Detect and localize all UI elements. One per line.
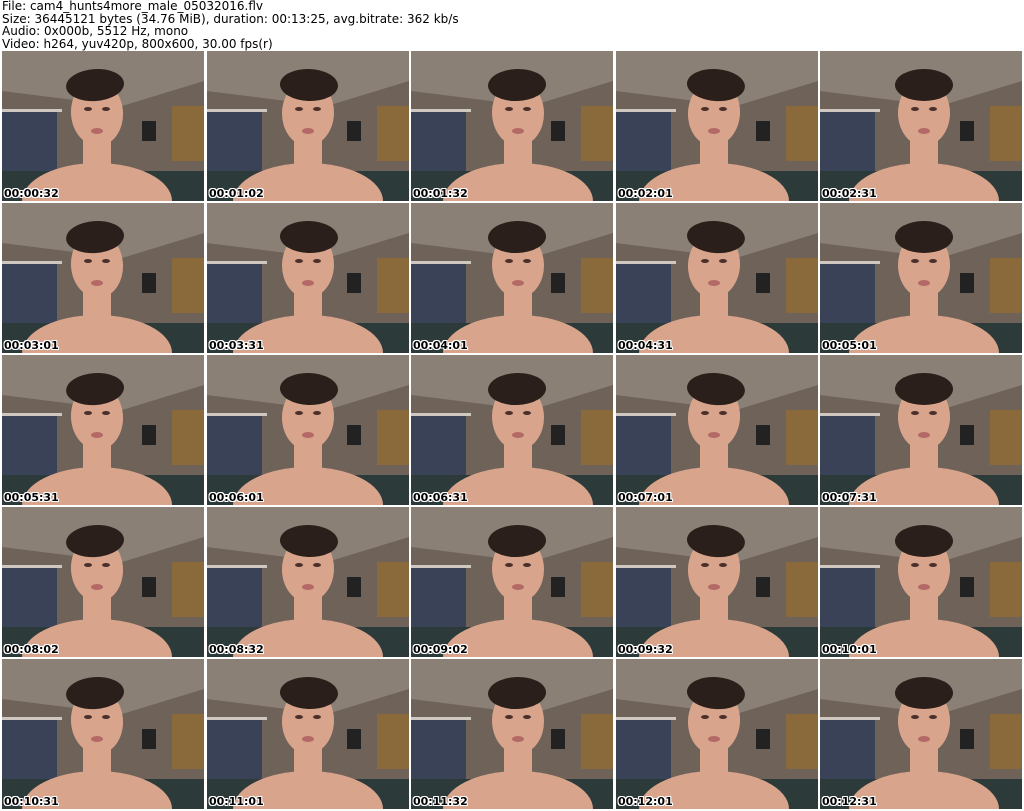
video-thumbnail: 00:11:01 xyxy=(207,659,409,809)
video-thumbnail: 00:07:31 xyxy=(820,355,1022,505)
frame-timestamp: 00:12:01 xyxy=(618,795,673,808)
frame-image xyxy=(411,507,613,657)
video-info-line: Video: h264, yuv420p, 800x600, 30.00 fps… xyxy=(2,36,273,51)
frame-timestamp: 00:10:01 xyxy=(822,643,877,656)
video-thumbnail: 00:09:32 xyxy=(616,507,818,657)
frame-image xyxy=(2,355,204,505)
frame-image xyxy=(820,355,1022,505)
frame-timestamp: 00:02:31 xyxy=(822,187,877,200)
frame-image xyxy=(411,203,613,353)
frame-image xyxy=(616,203,818,353)
frame-image xyxy=(207,203,409,353)
video-thumbnail: 00:11:32 xyxy=(411,659,613,809)
video-thumbnail: 00:01:32 xyxy=(411,51,613,201)
frame-image xyxy=(411,659,613,809)
frame-timestamp: 00:05:31 xyxy=(4,491,59,504)
frame-image xyxy=(2,659,204,809)
frame-image xyxy=(820,203,1022,353)
video-thumbnail: 00:03:01 xyxy=(2,203,204,353)
frame-image xyxy=(2,203,204,353)
video-thumbnail: 00:06:31 xyxy=(411,355,613,505)
frame-image xyxy=(616,507,818,657)
file-name-line: File: cam4_hunts4more_male_05032016.flv xyxy=(2,0,264,13)
frame-image xyxy=(207,355,409,505)
frame-image xyxy=(411,51,613,201)
video-thumbnail: 00:12:01 xyxy=(616,659,818,809)
video-thumbnail: 00:05:01 xyxy=(820,203,1022,353)
frame-timestamp: 00:09:32 xyxy=(618,643,673,656)
frame-timestamp: 00:06:01 xyxy=(209,491,264,504)
frame-timestamp: 00:11:32 xyxy=(413,795,468,808)
frame-image xyxy=(411,355,613,505)
frame-image xyxy=(2,507,204,657)
frame-image xyxy=(820,659,1022,809)
video-thumbnail: 00:08:32 xyxy=(207,507,409,657)
frame-timestamp: 00:00:32 xyxy=(4,187,59,200)
frame-timestamp: 00:08:32 xyxy=(209,643,264,656)
frame-timestamp: 00:07:31 xyxy=(822,491,877,504)
frame-timestamp: 00:05:01 xyxy=(822,339,877,352)
frame-timestamp: 00:02:01 xyxy=(618,187,673,200)
frame-timestamp: 00:09:02 xyxy=(413,643,468,656)
frame-image xyxy=(207,659,409,809)
frame-timestamp: 00:11:01 xyxy=(209,795,264,808)
frame-image xyxy=(207,51,409,201)
frame-timestamp: 00:10:31 xyxy=(4,795,59,808)
video-thumbnail: 00:08:02 xyxy=(2,507,204,657)
video-thumbnail: 00:10:01 xyxy=(820,507,1022,657)
video-thumbnail: 00:07:01 xyxy=(616,355,818,505)
video-thumbnail: 00:10:31 xyxy=(2,659,204,809)
video-thumbnail: 00:04:01 xyxy=(411,203,613,353)
video-thumbnail: 00:02:01 xyxy=(616,51,818,201)
frame-timestamp: 00:12:31 xyxy=(822,795,877,808)
thumbnail-grid: 00:00:32 00:01:02 00:01:32 00:02:01 00:02:31… xyxy=(0,51,1024,811)
video-thumbnail: 00:03:31 xyxy=(207,203,409,353)
frame-image xyxy=(616,659,818,809)
frame-image xyxy=(616,355,818,505)
frame-timestamp: 00:03:01 xyxy=(4,339,59,352)
frame-timestamp: 00:04:01 xyxy=(413,339,468,352)
frame-image xyxy=(820,51,1022,201)
video-thumbnail: 00:01:02 xyxy=(207,51,409,201)
frame-timestamp: 00:04:31 xyxy=(618,339,673,352)
video-thumbnail: 00:00:32 xyxy=(2,51,204,201)
video-thumbnail: 00:06:01 xyxy=(207,355,409,505)
audio-info-line: Audio: 0x000b, 5512 Hz, mono xyxy=(2,24,189,38)
frame-timestamp: 00:01:02 xyxy=(209,187,264,200)
video-thumbnail: 00:05:31 xyxy=(2,355,204,505)
video-thumbnail: 00:04:31 xyxy=(616,203,818,353)
file-info-header: File: cam4_hunts4more_male_05032016.flv … xyxy=(2,0,1020,50)
video-thumbnail: 00:09:02 xyxy=(411,507,613,657)
frame-timestamp: 00:08:02 xyxy=(4,643,59,656)
frame-timestamp: 00:03:31 xyxy=(209,339,264,352)
frame-image xyxy=(207,507,409,657)
frame-timestamp: 00:01:32 xyxy=(413,187,468,200)
video-thumbnail: 00:02:31 xyxy=(820,51,1022,201)
frame-timestamp: 00:06:31 xyxy=(413,491,468,504)
frame-timestamp: 00:07:01 xyxy=(618,491,673,504)
video-thumbnail: 00:12:31 xyxy=(820,659,1022,809)
frame-image xyxy=(616,51,818,201)
frame-image xyxy=(2,51,204,201)
frame-image xyxy=(820,507,1022,657)
